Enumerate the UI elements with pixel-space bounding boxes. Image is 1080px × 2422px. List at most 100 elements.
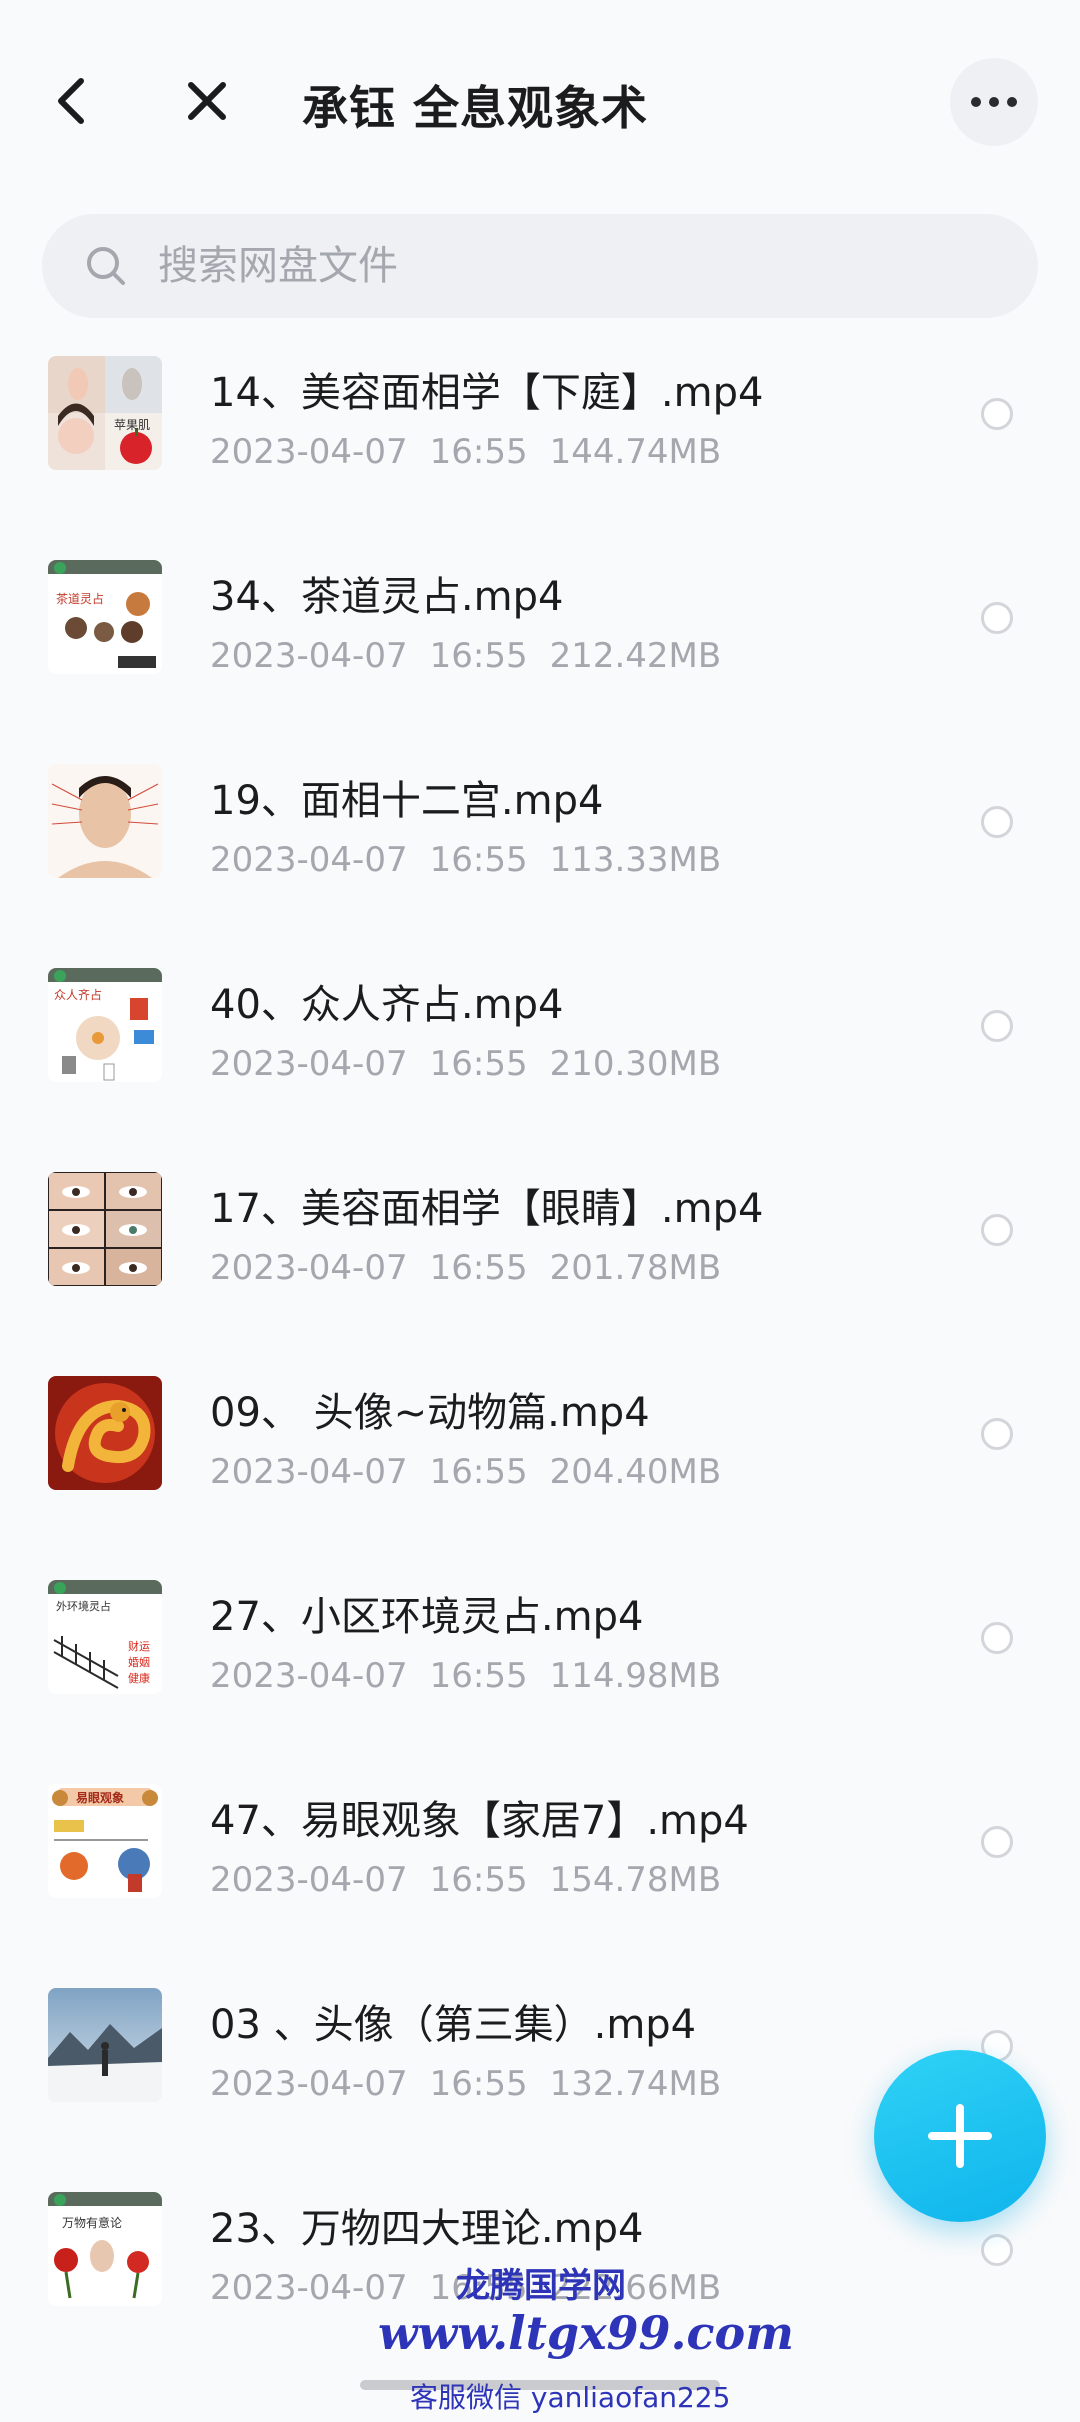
file-date: 2023-04-07: [210, 2268, 408, 2308]
page-title: 承钰 全息观象术: [302, 81, 649, 135]
file-row[interactable]: 09、 头像~动物篇.mp4 2023-04-07 16:55 204.40MB: [0, 1356, 1080, 1560]
video-thumbnail: [48, 1988, 162, 2102]
video-thumbnail: 财运 婚姻 健康 外环境灵占: [48, 1580, 162, 1694]
file-name: 14、美容面相学【下庭】.mp4: [210, 370, 764, 416]
thumbnail-caption: 万物有意论: [62, 2216, 123, 2230]
file-time: 16:55: [429, 1452, 528, 1492]
file-name: 09、 头像~动物篇.mp4: [210, 1390, 650, 1436]
file-date: 2023-04-07: [210, 1860, 408, 1900]
thumbnail-caption: 外环境灵占: [56, 1600, 111, 1613]
file-meta: 2023-04-07 16:55 210.30MB: [210, 1044, 743, 1084]
thumbnail-caption: 易眼观象: [76, 1791, 125, 1805]
file-name: 47、易眼观象【家居7】.mp4: [210, 1798, 749, 1844]
file-name: 34、茶道灵占.mp4: [210, 574, 564, 620]
close-icon: [188, 82, 226, 120]
file-date: 2023-04-07: [210, 432, 408, 472]
file-row[interactable]: 财运 婚姻 健康 外环境灵占 27、小区环境灵占.mp4 2023-04-07 1…: [0, 1560, 1080, 1764]
select-radio[interactable]: [981, 806, 1013, 838]
file-size: 144.74MB: [549, 432, 722, 472]
video-thumbnail: 万物有意论: [48, 2192, 162, 2306]
file-row[interactable]: 茶道灵占 34、茶道灵占.mp4 2023-04-07 16:55 212.42MB: [0, 540, 1080, 744]
file-time: 16:55: [429, 636, 528, 676]
file-name: 17、美容面相学【眼睛】.mp4: [210, 1186, 764, 1232]
video-thumbnail: 众人齐占: [48, 968, 162, 1082]
file-time: 16:55: [429, 432, 528, 472]
file-time: 16:55: [429, 1248, 528, 1288]
file-name: 23、万物四大理论.mp4: [210, 2206, 644, 2252]
file-meta: 2023-04-07 16:55 201.78MB: [210, 1248, 743, 1288]
more-dot: [1007, 97, 1017, 107]
file-date: 2023-04-07: [210, 1656, 408, 1696]
file-name: 19、面相十二宫.mp4: [210, 778, 604, 824]
file-row[interactable]: 易眼观象 47、易眼观象【家居7】.mp4 2023-04-07 16:55 154…: [0, 1764, 1080, 1968]
more-button[interactable]: [950, 58, 1038, 146]
file-size: 132.74MB: [549, 2064, 722, 2104]
file-size: 210.30MB: [549, 1044, 722, 1084]
more-dot: [989, 97, 999, 107]
file-meta: 2023-04-07 16:55 154.78MB: [210, 1860, 743, 1900]
watermark-url: www.ltgx99.com: [378, 2306, 794, 2360]
select-radio[interactable]: [981, 398, 1013, 430]
file-size: 113.33MB: [549, 840, 722, 880]
video-thumbnail: [48, 764, 162, 878]
file-date: 2023-04-07: [210, 2064, 408, 2104]
file-date: 2023-04-07: [210, 1452, 408, 1492]
thumbnail-caption: 苹果肌: [114, 418, 151, 432]
file-time: 16:55: [429, 840, 528, 880]
file-row[interactable]: 17、美容面相学【眼睛】.mp4 2023-04-07 16:55 201.78MB: [0, 1152, 1080, 1356]
file-meta: 2023-04-07 16:55 204.40MB: [210, 1452, 743, 1492]
search-icon: [87, 247, 125, 285]
file-meta: 2023-04-07 16:55 212.42MB: [210, 636, 743, 676]
file-size: 154.78MB: [549, 1860, 722, 1900]
select-radio[interactable]: [981, 1214, 1013, 1246]
file-row[interactable]: 苹果肌 14、美容面相学【下庭】.mp4 2023-04-07 16:55 144.…: [0, 336, 1080, 540]
more-horizontal-icon: [971, 97, 981, 107]
select-radio[interactable]: [981, 1826, 1013, 1858]
video-thumbnail: [48, 1172, 162, 1286]
search-bar[interactable]: [42, 214, 1038, 318]
file-date: 2023-04-07: [210, 1248, 408, 1288]
file-size: 212.42MB: [549, 636, 722, 676]
watermark-contact: 客服微信 yanliaofan225: [410, 2381, 731, 2414]
chevron-left-icon: [58, 78, 84, 124]
back-button[interactable]: [36, 66, 106, 136]
search-input[interactable]: [158, 238, 978, 294]
file-date: 2023-04-07: [210, 840, 408, 880]
select-radio[interactable]: [981, 1622, 1013, 1654]
select-radio[interactable]: [981, 1010, 1013, 1042]
video-thumbnail: 易眼观象: [48, 1784, 162, 1898]
header-bar: 承钰 全息观象术: [0, 0, 1080, 200]
add-button[interactable]: [874, 2050, 1046, 2222]
video-thumbnail: 茶道灵占: [48, 560, 162, 674]
file-time: 16:55: [429, 1044, 528, 1084]
svg-text:婚姻: 婚姻: [128, 1655, 150, 1669]
file-time: 16:55: [429, 1860, 528, 1900]
video-thumbnail: [48, 1376, 162, 1490]
file-name: 40、众人齐占.mp4: [210, 982, 564, 1028]
file-name: 03 、头像（第三集）.mp4: [210, 2002, 697, 2048]
file-meta: 2023-04-07 16:55 144.74MB: [210, 432, 743, 472]
select-radio[interactable]: [981, 602, 1013, 634]
select-radio[interactable]: [981, 2234, 1013, 2266]
video-thumbnail: 苹果肌: [48, 356, 162, 470]
file-time: 16:55: [429, 1656, 528, 1696]
file-date: 2023-04-07: [210, 636, 408, 676]
file-name: 27、小区环境灵占.mp4: [210, 1594, 644, 1640]
file-size: 201.78MB: [549, 1248, 722, 1288]
close-button[interactable]: [172, 66, 242, 136]
plus-icon: [928, 2104, 992, 2168]
file-size: 204.40MB: [549, 1452, 722, 1492]
file-meta: 2023-04-07 16:55 114.98MB: [210, 1656, 743, 1696]
file-row[interactable]: 众人齐占 40、众人齐占.mp4 2023-04-07 16:55 210.30MB: [0, 948, 1080, 1152]
thumbnail-caption: 众人齐占: [54, 988, 103, 1002]
file-size: 114.98MB: [549, 1656, 722, 1696]
watermark-site-name: 龙腾国学网: [456, 2266, 626, 2306]
file-meta: 2023-04-07 16:55 113.33MB: [210, 840, 743, 880]
select-radio[interactable]: [981, 1418, 1013, 1450]
svg-text:健康: 健康: [128, 1671, 150, 1685]
file-time: 16:55: [429, 2064, 528, 2104]
thumbnail-caption: 茶道灵占: [56, 592, 105, 606]
file-date: 2023-04-07: [210, 1044, 408, 1084]
file-browser-screen: 承钰 全息观象术 搜索网盘文件 苹果肌 14、美容面相学【下庭】.mp4 202…: [0, 0, 1080, 2422]
file-row[interactable]: 19、面相十二宫.mp4 2023-04-07 16:55 113.33MB: [0, 744, 1080, 948]
